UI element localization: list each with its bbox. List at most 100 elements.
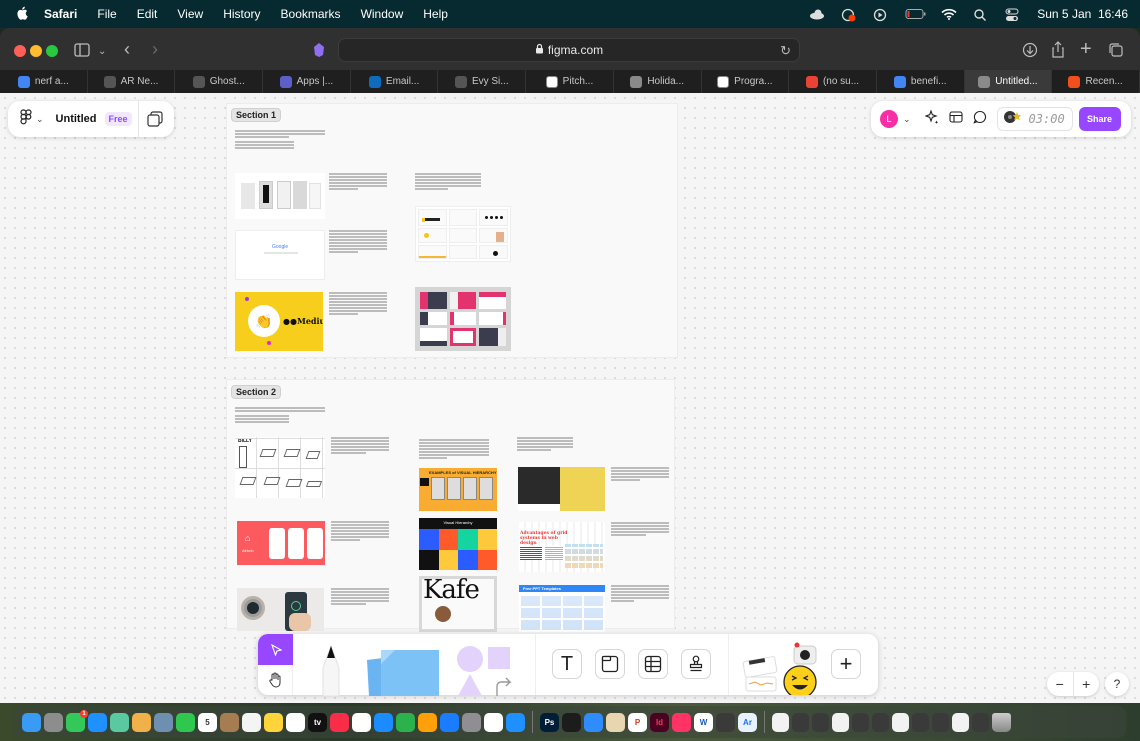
avatar-chevron-icon[interactable]: ⌄ xyxy=(903,114,911,125)
menu-bookmarks[interactable]: Bookmarks xyxy=(281,7,341,21)
browser-tab[interactable]: Recen... xyxy=(1052,70,1140,93)
chatgpt-app-icon[interactable] xyxy=(484,712,503,732)
contacts-app-icon[interactable] xyxy=(220,712,239,732)
control-center-icon[interactable] xyxy=(1005,8,1021,21)
plan-badge[interactable]: Free xyxy=(104,112,132,126)
section-tool[interactable] xyxy=(595,649,625,679)
preview-app-icon[interactable] xyxy=(154,712,173,732)
dock-file-icon[interactable] xyxy=(912,712,929,732)
screen-record-icon[interactable] xyxy=(841,8,857,22)
dock-file-icon[interactable] xyxy=(792,712,809,732)
airbnb-app-image[interactable]: ⌂ Airbnb xyxy=(237,521,325,565)
ai-sparkle-icon[interactable] xyxy=(923,108,939,129)
dock-file-icon[interactable] xyxy=(832,712,849,732)
messages-app-icon[interactable]: 1 xyxy=(66,709,88,732)
section-2[interactable]: Section 2 BILLY ⌂ Airbnb xyxy=(226,379,675,632)
file-name[interactable]: Untitled xyxy=(56,113,97,125)
dock-file-icon[interactable] xyxy=(932,712,949,732)
figma-canvas[interactable]: ⌄ Untitled Free L ⌄ 03:00 Share Section … xyxy=(0,93,1140,703)
forward-button[interactable]: › xyxy=(152,40,158,58)
section-title[interactable]: Section 2 xyxy=(231,385,282,399)
mail-app-icon[interactable] xyxy=(88,712,107,732)
system-settings-app-icon[interactable] xyxy=(462,712,481,732)
downloads-icon[interactable] xyxy=(1022,42,1038,62)
section-title[interactable]: Section 1 xyxy=(231,108,282,122)
browser-tab[interactable]: Untitled... xyxy=(964,70,1053,93)
browser-tab[interactable]: Holida... xyxy=(614,70,702,93)
tab-overview-icon[interactable] xyxy=(1108,42,1124,62)
table-tool[interactable] xyxy=(638,649,668,679)
share-page-icon[interactable] xyxy=(1051,41,1065,62)
browser-tab[interactable]: benefi... xyxy=(877,70,965,93)
music-app-icon[interactable] xyxy=(330,712,349,732)
sticky-note-tool[interactable] xyxy=(363,644,443,701)
medium-clap-image[interactable]: 👏 ●●Medium xyxy=(235,292,323,351)
kafe-magazine-image[interactable]: Kafe xyxy=(419,576,497,632)
clock[interactable]: Sun 5 Jan 16:46 xyxy=(1037,7,1128,21)
apple-tv-app-icon[interactable]: tv xyxy=(308,712,327,732)
trash-icon[interactable] xyxy=(992,712,1011,732)
pages-icon[interactable] xyxy=(147,111,163,132)
billy-instructions-image[interactable]: BILLY xyxy=(235,437,325,498)
visual-hierarchy-examples-image[interactable]: EXAMPLES of VISUAL HIERARCHY xyxy=(419,468,497,511)
share-button[interactable]: Share xyxy=(1078,107,1121,131)
pink-slides-image[interactable] xyxy=(415,287,511,351)
photos-app-icon[interactable] xyxy=(132,712,151,732)
dock-file-icon[interactable] xyxy=(872,712,889,732)
launchpad-app-icon[interactable] xyxy=(44,712,63,732)
move-tool[interactable] xyxy=(258,634,293,665)
numbers-app-icon[interactable] xyxy=(396,712,415,732)
menu-edit[interactable]: Edit xyxy=(137,7,158,21)
browser-tab[interactable]: Progra... xyxy=(702,70,790,93)
browser-tab[interactable]: (no su... xyxy=(789,70,877,93)
close-window-button[interactable] xyxy=(14,45,26,57)
widgets-tool[interactable] xyxy=(742,642,828,700)
browser-tab[interactable]: Apps |... xyxy=(263,70,351,93)
keynote-app-icon[interactable] xyxy=(374,712,393,732)
stamp-tool[interactable] xyxy=(681,649,711,679)
sidebar-toggle-icon[interactable] xyxy=(74,43,90,61)
back-button[interactable]: ‹ xyxy=(124,40,130,58)
finder-app-icon[interactable] xyxy=(22,712,41,732)
menu-help[interactable]: Help xyxy=(423,7,448,21)
apple-menu-icon[interactable] xyxy=(16,6,30,23)
browser-tab[interactable]: AR Ne... xyxy=(88,70,176,93)
solitaire-app-icon[interactable] xyxy=(606,712,625,732)
browser-tab[interactable]: Email... xyxy=(351,70,439,93)
main-menu-chevron-icon[interactable]: ⌄ xyxy=(36,114,44,125)
app-store-app-icon[interactable] xyxy=(440,712,459,732)
new-tab-button[interactable]: + xyxy=(1080,39,1092,59)
zoom-in-button[interactable]: + xyxy=(1074,672,1100,696)
maps-app-icon[interactable] xyxy=(110,712,129,732)
copilot-app-icon[interactable] xyxy=(584,712,603,732)
dock-file-icon[interactable] xyxy=(952,712,969,732)
pages-app-icon[interactable] xyxy=(418,712,437,732)
browser-tab[interactable]: nerf a... xyxy=(0,70,88,93)
indesign-app-icon[interactable]: Id xyxy=(650,712,669,732)
presentation-slides-image[interactable] xyxy=(415,206,511,262)
reminders-app-icon[interactable] xyxy=(242,712,261,732)
address-bar[interactable]: figma.com ↻ xyxy=(338,38,800,62)
timer-widget[interactable]: 03:00 xyxy=(996,107,1073,131)
help-button[interactable]: ? xyxy=(1105,672,1129,696)
menu-view[interactable]: View xyxy=(177,7,203,21)
figma-logo-icon[interactable] xyxy=(20,108,32,130)
dock-file-icon[interactable] xyxy=(852,712,869,732)
powerpoint-app-icon[interactable]: P xyxy=(628,712,647,732)
activity-monitor-app-icon[interactable] xyxy=(562,712,581,732)
icloud-icon[interactable] xyxy=(809,8,825,20)
user-avatar[interactable]: L xyxy=(880,110,898,128)
battery-icon[interactable] xyxy=(905,8,926,20)
creative-cloud-app-icon[interactable] xyxy=(672,712,691,732)
browser-tab[interactable]: Ghost... xyxy=(175,70,264,93)
play-icon[interactable] xyxy=(873,8,889,22)
apple-packaging-image[interactable] xyxy=(235,173,325,219)
safari-app-icon[interactable] xyxy=(506,712,525,732)
pen-tool[interactable] xyxy=(313,644,349,701)
grid-systems-image[interactable]: Advantages of grid systems in web design xyxy=(519,522,605,572)
shapes-tool[interactable] xyxy=(453,644,517,701)
adobe-aero-app-icon[interactable]: Ar xyxy=(738,712,757,732)
visual-hierarchy-grid-image[interactable]: Visual Hierarchy xyxy=(419,518,497,570)
dock-file-icon[interactable] xyxy=(892,712,909,732)
zoom-out-button[interactable]: − xyxy=(1047,672,1074,696)
